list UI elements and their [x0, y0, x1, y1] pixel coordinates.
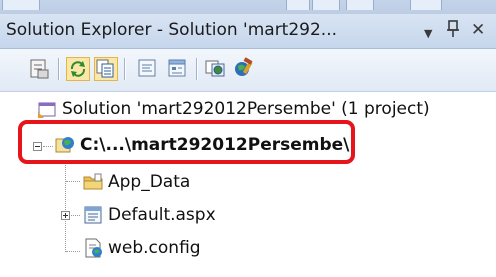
properties-button[interactable]: [28, 57, 52, 81]
properties-icon: [30, 59, 49, 79]
view-designer-button[interactable]: [166, 57, 190, 81]
view-designer-icon: [168, 59, 186, 77]
tree-connector: [71, 215, 80, 216]
copy-website-icon: [205, 60, 225, 77]
copy-website-button[interactable]: [204, 57, 228, 81]
tab-strip-segment[interactable]: [2, 0, 40, 10]
tab-strip-segment[interactable]: [346, 0, 374, 10]
view-code-icon: [138, 59, 156, 77]
auto-hide-pin-icon[interactable]: [446, 20, 460, 43]
top-tab-strip: [0, 0, 496, 14]
tree-item-label: web.config: [108, 238, 201, 258]
expand-icon[interactable]: [61, 211, 70, 220]
toolbar-separator: [58, 58, 60, 80]
show-all-files-button[interactable]: [94, 57, 118, 81]
solution-icon: [36, 98, 58, 120]
tree-row-app-data[interactable]: App_Data: [0, 169, 496, 195]
solution-label: Solution 'mart292012Persembe' (1 project…: [62, 99, 430, 119]
tab-strip-segment[interactable]: [312, 0, 340, 10]
toolbar-separator: [124, 58, 126, 80]
aspx-page-icon: [82, 204, 104, 226]
refresh-button[interactable]: [66, 57, 90, 81]
config-file-icon: [82, 237, 104, 259]
solution-explorer-toolbar: [0, 49, 496, 92]
panel-title-bar: Solution Explorer - Solution 'mart292...…: [0, 14, 496, 49]
tree-connector: [66, 181, 80, 182]
close-icon[interactable]: ✕: [471, 20, 485, 40]
view-code-button[interactable]: [136, 57, 160, 81]
folder-icon: [82, 171, 104, 193]
tree-row-solution[interactable]: Solution 'mart292012Persembe' (1 project…: [0, 96, 496, 122]
tree-connector: [66, 251, 80, 252]
tree-item-label: App_Data: [108, 172, 191, 192]
aspnet-configuration-icon: [235, 57, 253, 76]
annotation-highlight-box: [18, 120, 355, 164]
window-position-dropdown-icon[interactable]: ▼: [424, 24, 432, 44]
solution-explorer-window: Solution Explorer - Solution 'mart292...…: [0, 0, 496, 277]
toolbar-separator: [196, 58, 198, 80]
tree-item-label: Default.aspx: [108, 205, 216, 225]
refresh-icon: [70, 61, 86, 77]
panel-title: Solution Explorer - Solution 'mart292...: [6, 20, 338, 40]
aspnet-configuration-button[interactable]: [232, 57, 256, 81]
tab-strip-segment[interactable]: [286, 0, 310, 10]
tree-row-default-aspx[interactable]: Default.aspx: [0, 202, 496, 228]
tab-strip-segment[interactable]: [410, 0, 442, 10]
tree-row-web-config[interactable]: web.config: [0, 235, 496, 261]
show-all-files-icon: [96, 59, 114, 78]
